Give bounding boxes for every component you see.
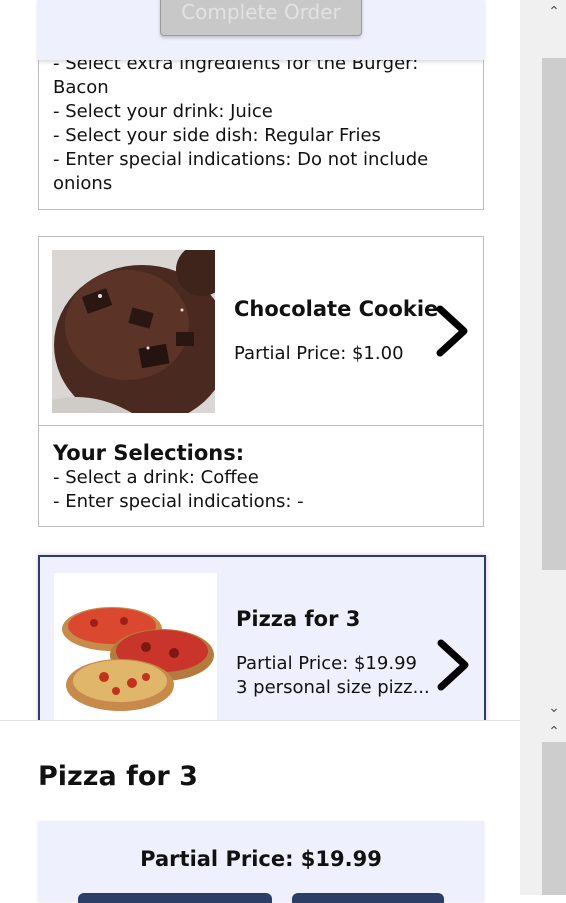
cookie-item-name: Chocolate Cookie — [234, 297, 439, 321]
detail-price-card: Partial Price: $19.99 — [38, 821, 484, 903]
cart-item-chocolate-cookie: Chocolate Cookie Partial Price: $1.00 Yo… — [38, 236, 484, 527]
detail-title: Pizza for 3 — [38, 761, 198, 792]
selections-title: Your Selections: — [53, 441, 245, 465]
chevron-right-icon[interactable] — [434, 303, 470, 359]
scrollbar-thumb[interactable] — [542, 742, 566, 895]
scroll-down-arrow-icon[interactable]: ⌄ — [542, 698, 566, 718]
pizza-item-price: Partial Price: $19.99 — [236, 653, 417, 674]
detail-price: Partial Price: $19.99 — [140, 847, 382, 871]
cart-scroll-pane[interactable]: - Select extra ingredients for the Burge… — [0, 0, 520, 720]
complete-order-button[interactable]: Complete Order — [160, 0, 362, 36]
selection-line: - Select a drink: Coffee — [53, 467, 259, 488]
burger-selections-text: - Select extra ingredients for the Burge… — [53, 53, 429, 194]
cookie-image — [52, 250, 215, 413]
scroll-up-arrow-icon[interactable]: ⌃ — [542, 2, 566, 22]
cart-item-pizza-for-3[interactable]: Pizza for 3 Partial Price: $19.99 3 pers… — [38, 555, 486, 720]
pizza-item-name: Pizza for 3 — [236, 607, 361, 631]
cookie-card-header[interactable]: Chocolate Cookie Partial Price: $1.00 — [39, 237, 483, 426]
cookie-item-price: Partial Price: $1.00 — [234, 343, 404, 364]
pizza-item-description: 3 personal size pizz... — [236, 677, 430, 698]
scrollbar-thumb[interactable] — [542, 58, 566, 570]
order-bar: Complete Order — [38, 0, 484, 60]
pizza-image — [54, 573, 217, 720]
chevron-right-icon[interactable] — [435, 637, 471, 693]
selection-line: - Enter special indications: - — [53, 491, 304, 512]
cookie-selections: Your Selections: - Select a drink: Coffe… — [39, 426, 483, 526]
item-detail-pane[interactable]: Pizza for 3 Partial Price: $19.99 — [0, 720, 520, 903]
bottom-scrollbar[interactable]: ⌃ — [520, 720, 566, 895]
top-scrollbar[interactable]: ⌃ ⌄ — [520, 0, 566, 720]
scroll-up-arrow-icon[interactable]: ⌃ — [542, 722, 566, 742]
burger-card-selections: - Select extra ingredients for the Burge… — [38, 40, 484, 210]
